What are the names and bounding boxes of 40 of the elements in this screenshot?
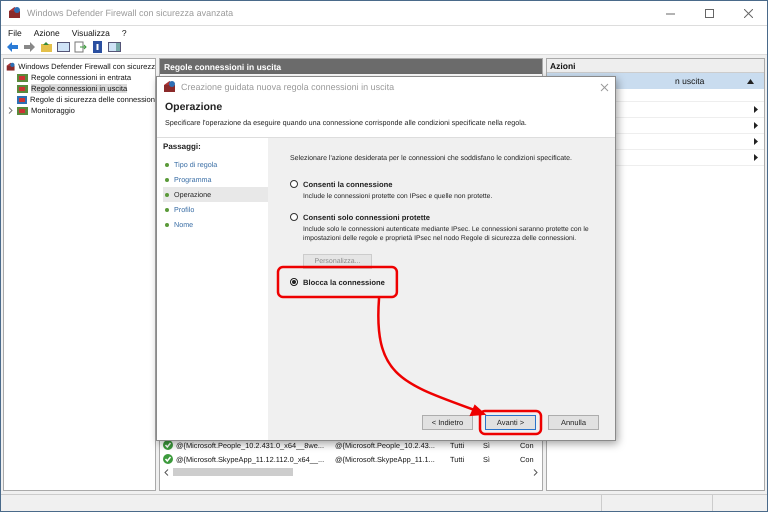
rules-icon <box>17 84 28 94</box>
radio-button[interactable] <box>290 278 298 286</box>
radio-button[interactable] <box>290 213 298 221</box>
back-arrow-icon[interactable] <box>6 40 19 52</box>
folder-up-icon[interactable] <box>40 40 53 52</box>
firewall-icon <box>8 7 21 19</box>
close-icon[interactable] <box>600 82 609 92</box>
menu-item[interactable]: File <box>8 28 22 38</box>
actions-header: Azioni <box>547 59 764 73</box>
rules-icon <box>16 94 28 104</box>
console-icon[interactable] <box>57 40 70 52</box>
highlight-frame <box>478 410 542 436</box>
submenu-arrow-icon[interactable] <box>754 122 758 129</box>
help-icon[interactable] <box>91 40 104 52</box>
firewall-icon <box>163 81 176 93</box>
section-title: n uscita <box>675 76 704 86</box>
window-title: Windows Defender Firewall con sicurezza avanzata <box>27 8 234 18</box>
radio-button[interactable] <box>290 180 298 188</box>
menu-item[interactable]: ? <box>122 28 127 38</box>
panel-icon[interactable] <box>108 40 121 52</box>
wizard-heading: Operazione <box>165 100 224 114</box>
rules-icon <box>17 106 28 116</box>
steps-title: Passaggi: <box>163 142 202 151</box>
maximize-icon[interactable] <box>705 8 714 18</box>
menu-item[interactable]: Azione <box>34 28 60 38</box>
forward-arrow-icon[interactable] <box>23 40 36 52</box>
rules-icon <box>17 72 28 82</box>
submenu-arrow-icon[interactable] <box>754 154 758 161</box>
scroll-right-icon[interactable] <box>533 468 538 476</box>
expand-icon[interactable] <box>8 107 13 114</box>
dialog-title: Creazione guidata nuova regola connessioni in uscita <box>181 82 396 92</box>
menu-item[interactable]: Visualizza <box>72 28 110 38</box>
close-icon[interactable] <box>744 8 753 18</box>
submenu-arrow-icon[interactable] <box>754 106 758 113</box>
firewall-icon <box>6 60 16 72</box>
scroll-left-icon[interactable] <box>164 468 169 476</box>
collapse-icon[interactable] <box>747 78 754 84</box>
submenu-arrow-icon[interactable] <box>754 138 758 145</box>
export-icon[interactable] <box>74 40 87 52</box>
pane-header: Regole connessioni in uscita <box>160 59 542 74</box>
